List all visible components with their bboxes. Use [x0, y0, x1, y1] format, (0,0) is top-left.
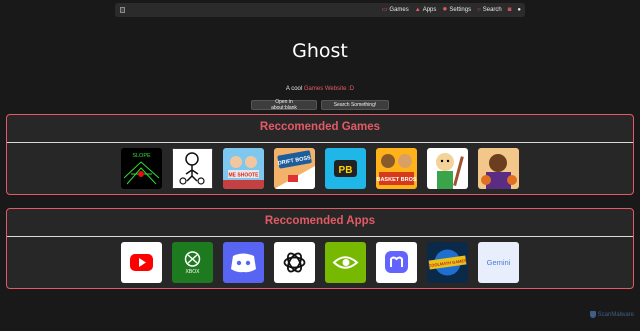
discord-icon: ◙ — [507, 7, 512, 13]
section-divider — [7, 236, 633, 237]
nav-link-games[interactable]: ▭ Games — [382, 7, 409, 13]
tile-text: ME SHOOTE — [228, 173, 259, 179]
game-tile-pb[interactable]: PB — [325, 148, 366, 189]
page-title: Ghost — [292, 40, 348, 62]
tagline-accent: Games Website :D — [303, 86, 355, 92]
game-tile-stickman[interactable] — [172, 148, 213, 189]
app-tile-mastodon[interactable] — [376, 242, 417, 283]
tile-text: PB — [339, 165, 353, 176]
search-icon: ○ — [477, 7, 481, 13]
nav-link-github[interactable]: ● — [517, 7, 521, 13]
pb-icon: PB — [325, 148, 366, 189]
games-tile-row: SLOPE ME SHOOTE DRIFT BOSS PB BASKET BRO… — [7, 148, 633, 190]
github-icon: ● — [517, 7, 521, 13]
tile-text: XBOX — [186, 269, 201, 275]
tile-text: Gemini — [487, 258, 511, 267]
stickman-icon — [172, 148, 213, 189]
game-tile-basket-bros[interactable]: BASKET BROS — [376, 148, 417, 189]
app-tile-chatgpt[interactable] — [274, 242, 315, 283]
recommended-apps-section: Reccomended Apps XBOX COOLMATH GAMES Gem… — [6, 208, 634, 289]
apps-icon: ▲ — [414, 7, 421, 13]
nav-link-discord[interactable]: ◙ — [508, 7, 512, 13]
app-tile-nvidia[interactable] — [325, 242, 366, 283]
nav-link-settings[interactable]: ✹ Settings — [442, 7, 471, 13]
app-tile-coolmath-games[interactable]: COOLMATH GAMES — [427, 242, 468, 283]
shooter-icon: ME SHOOTE — [223, 148, 264, 189]
scanmalware-watermark: ScanMalware — [589, 311, 634, 318]
youtube-icon — [121, 242, 162, 283]
top-navbar: ▭ Games ▲ Apps ✹ Settings ○ Search ◙ ● — [115, 3, 525, 17]
basket-bros-icon: BASKET BROS — [376, 148, 417, 189]
section-divider — [7, 142, 633, 143]
nav-links: ▭ Games ▲ Apps ✹ Settings ○ Search ◙ ● — [382, 3, 521, 17]
chatgpt-icon — [274, 242, 315, 283]
search-something-button[interactable]: Search Something! — [321, 100, 389, 110]
app-tile-discord[interactable] — [223, 242, 264, 283]
app-tile-youtube[interactable] — [121, 242, 162, 283]
game-tile-shooter[interactable]: ME SHOOTE — [223, 148, 264, 189]
game-tile-slope[interactable]: SLOPE — [121, 148, 162, 189]
game-tile-drift-boss[interactable]: DRIFT BOSS — [274, 148, 315, 189]
section-heading: Reccomended Games — [259, 121, 381, 133]
tagline-prefix: A cool — [285, 86, 304, 92]
shield-icon — [589, 311, 596, 318]
watermark-text: ScanMalware — [597, 311, 634, 318]
nav-link-label: Search — [482, 7, 502, 13]
nav-link-apps[interactable]: ▲ Apps — [415, 7, 437, 13]
slope-icon: SLOPE — [121, 148, 162, 189]
game-tile-basketball-player[interactable] — [478, 148, 519, 189]
hero-buttons: Open in about:blank Search Something! — [0, 99, 640, 111]
gear-icon: ✹ — [442, 7, 448, 13]
nav-link-label: Apps — [422, 7, 437, 13]
baldi-icon — [427, 148, 468, 189]
drift-boss-icon: DRIFT BOSS — [274, 148, 315, 189]
tile-text: BASKET BROS — [376, 177, 416, 183]
gamepad-icon: ▭ — [381, 7, 388, 13]
discord-icon — [223, 242, 264, 283]
nav-link-label: Settings — [449, 7, 472, 13]
nav-link-label: Games — [389, 7, 409, 13]
app-tile-xbox[interactable]: XBOX — [172, 242, 213, 283]
tagline: A cool Games Website :D — [0, 86, 640, 92]
gemini-icon: Gemini — [478, 242, 519, 283]
nvidia-icon — [325, 242, 366, 283]
broken-logo-image[interactable] — [120, 7, 125, 13]
apps-tile-row: XBOX COOLMATH GAMES Gemini — [7, 242, 633, 284]
xbox-icon: XBOX — [172, 242, 213, 283]
basketball-player-icon — [478, 148, 519, 189]
open-about-blank-button[interactable]: Open in about:blank — [251, 99, 317, 111]
mastodon-icon — [376, 242, 417, 283]
coolmath-games-icon: COOLMATH GAMES — [427, 242, 468, 283]
app-tile-gemini[interactable]: Gemini — [478, 242, 519, 283]
nav-link-search[interactable]: ○ Search — [477, 7, 502, 13]
game-tile-baldi[interactable] — [427, 148, 468, 189]
recommended-games-section: Reccomended Games SLOPE ME SHOOTE DRIFT … — [6, 114, 634, 195]
tile-text: SLOPE — [132, 153, 151, 159]
section-heading: Reccomended Apps — [264, 215, 376, 227]
